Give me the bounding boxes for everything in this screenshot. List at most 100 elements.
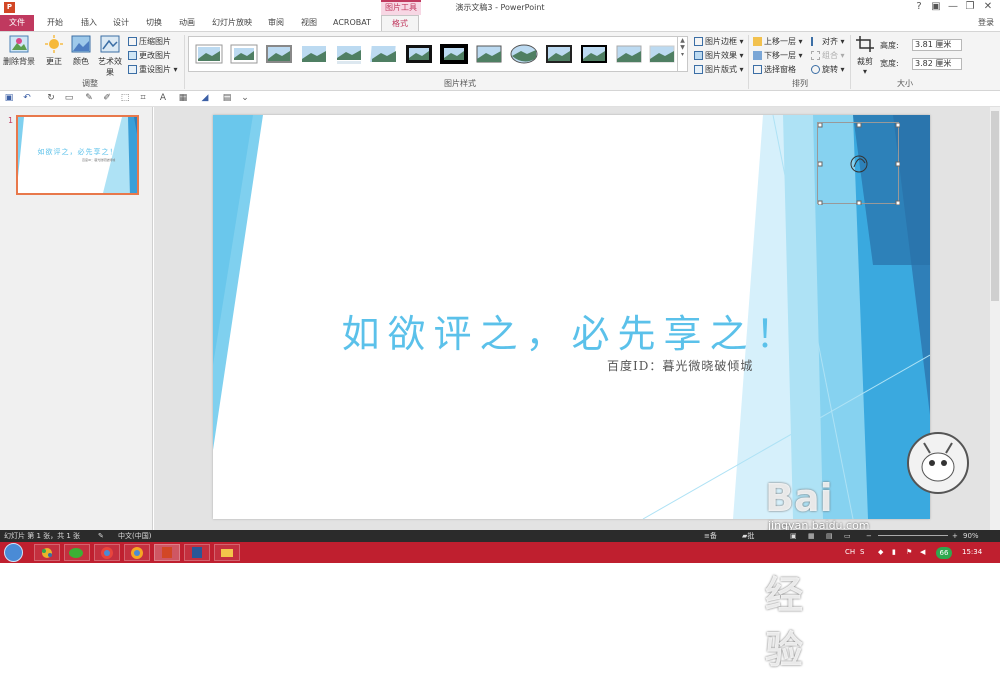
sorter-view-icon[interactable]: ▦ <box>808 530 815 542</box>
status-bar: 幻灯片 第 1 张，共 1 张 ✎ 中文(中国) ≡ 备注 ▰ 批注 ▣ ▦ ▤… <box>0 530 1000 552</box>
gallery-scroll[interactable]: ▲ ▼ ▾ <box>677 37 687 71</box>
selection-pane-button[interactable]: 选择窗格 <box>753 64 796 75</box>
reading-view-icon[interactable]: ▤ <box>826 530 833 542</box>
notes-button[interactable]: ≡ 备注 <box>704 530 717 552</box>
spell-check-icon[interactable]: ✎ <box>98 530 104 542</box>
style-thumb[interactable] <box>334 42 364 66</box>
selected-picture[interactable] <box>817 122 900 205</box>
taskbar-app-word[interactable] <box>184 544 210 561</box>
save-icon[interactable]: ▣ <box>2 93 16 103</box>
clock[interactable]: 15:34 <box>962 542 982 563</box>
pen-icon[interactable]: ✐ <box>100 93 114 103</box>
ime-indicator[interactable]: CH <box>845 542 855 563</box>
language-indicator[interactable]: 中文(中国) <box>118 530 151 542</box>
compress-pictures-button[interactable]: 压缩图片 <box>128 36 171 47</box>
network-icon[interactable]: ▮ <box>892 542 896 563</box>
picture-border-button[interactable]: 图片边框 ▾ <box>694 36 744 47</box>
security-badge[interactable]: 66 <box>936 547 952 559</box>
style-thumb[interactable] <box>579 42 609 66</box>
remove-background-button[interactable]: 删除背景 <box>2 35 36 67</box>
restore-icon[interactable]: ❐ <box>963 1 977 12</box>
tab-view[interactable]: 视图 <box>295 15 323 31</box>
slide-subtitle[interactable]: 百度ID：暮光微晓破倾城 <box>607 357 753 374</box>
slide-title[interactable]: 如欲评之，必先享之！ <box>213 303 930 358</box>
taskbar-app-chrome[interactable] <box>94 544 120 561</box>
table-icon[interactable]: ▦ <box>176 93 190 103</box>
taskbar-app-browser[interactable] <box>124 544 150 561</box>
textbox-icon[interactable]: ▤ <box>220 93 234 103</box>
tab-animations[interactable]: 动画 <box>173 15 201 31</box>
send-backward-button[interactable]: 下移一层 ▾ <box>753 50 803 61</box>
color-button[interactable]: 颜色 <box>69 35 93 67</box>
bring-forward-button[interactable]: 上移一层 ▾ <box>753 36 803 47</box>
undo-icon[interactable]: ↶ <box>20 93 34 103</box>
normal-view-icon[interactable]: ▣ <box>790 530 797 542</box>
tab-acrobat[interactable]: ACROBAT <box>328 15 376 31</box>
change-picture-button[interactable]: 更改图片 <box>128 50 171 61</box>
align-button[interactable]: 对齐 ▾ <box>811 36 845 47</box>
zoom-in-icon[interactable]: + <box>952 530 958 542</box>
shape-icon[interactable]: ◢ <box>198 93 212 103</box>
flag-icon[interactable]: ⚑ <box>906 542 912 563</box>
sogou-icon[interactable]: S <box>860 542 864 563</box>
presentation-icon[interactable]: ▭ <box>62 93 76 103</box>
style-thumb[interactable] <box>509 42 539 66</box>
style-thumb[interactable] <box>229 42 259 66</box>
artistic-effects-button[interactable]: 艺术效果 <box>95 35 125 78</box>
crop-button[interactable]: 裁剪 ▾ <box>853 35 877 76</box>
tab-slideshow[interactable]: 幻灯片放映 <box>206 15 258 31</box>
width-input[interactable]: 3.82 厘米 <box>912 58 962 70</box>
picture-effects-button[interactable]: 图片效果 ▾ <box>694 50 744 61</box>
tab-design[interactable]: 设计 <box>107 15 135 31</box>
taskbar-app-pinwheel[interactable] <box>34 544 60 561</box>
zoom-slider[interactable] <box>878 535 948 536</box>
tab-file[interactable]: 文件 <box>0 15 34 31</box>
font-color-icon[interactable]: A <box>156 93 170 103</box>
group-button[interactable]: 组合 ▾ <box>811 50 845 61</box>
scrollbar-thumb[interactable] <box>991 111 999 301</box>
style-thumb[interactable] <box>474 42 504 66</box>
start-button-icon[interactable] <box>4 543 23 562</box>
taskbar-app-wechat[interactable] <box>64 544 90 561</box>
sign-in-link[interactable]: 登录 <box>978 17 994 28</box>
zoom-out-icon[interactable]: − <box>866 530 872 542</box>
tab-review[interactable]: 审阅 <box>262 15 290 31</box>
reset-picture-button[interactable]: 重设图片 ▾ <box>128 64 178 75</box>
taskbar-app-powerpoint[interactable] <box>154 544 180 561</box>
customize-qat-icon[interactable]: ⌄ <box>238 93 252 103</box>
tray-icon[interactable]: ◆ <box>878 542 883 563</box>
redo-icon[interactable]: ↻ <box>44 93 58 103</box>
slide-canvas[interactable]: 如欲评之，必先享之！ 百度ID：暮光微晓破倾城 <box>213 115 930 519</box>
corrections-button[interactable]: 更正 <box>42 35 66 67</box>
tab-home[interactable]: 开始 <box>40 15 70 31</box>
picture-layout-button[interactable]: 图片版式 ▾ <box>694 64 744 75</box>
rotate-button[interactable]: 旋转 ▾ <box>811 64 845 75</box>
select-icon[interactable]: ⬚ <box>118 93 132 103</box>
style-thumb[interactable] <box>544 42 574 66</box>
comments-button[interactable]: ▰ 批注 <box>742 530 754 552</box>
style-thumb[interactable] <box>647 42 677 66</box>
volume-icon[interactable]: ◀ <box>920 542 925 563</box>
style-thumb[interactable] <box>404 42 434 66</box>
help-icon[interactable]: ? <box>912 1 926 12</box>
slide-thumbnail[interactable]: 如欲评之，必先享之！ 百度ID：暮光微晓破倾城 <box>16 115 139 195</box>
style-thumb[interactable] <box>264 42 294 66</box>
zoom-level[interactable]: 90% <box>963 530 979 542</box>
style-thumb[interactable] <box>194 42 224 66</box>
vertical-scrollbar[interactable] <box>990 107 1000 530</box>
close-icon[interactable]: ✕ <box>981 1 995 12</box>
style-thumb[interactable] <box>369 42 399 66</box>
taskbar-app-explorer[interactable] <box>214 544 240 561</box>
tab-format[interactable]: 格式 <box>381 15 419 32</box>
slideshow-view-icon[interactable]: ▭ <box>844 530 851 542</box>
format-painter-icon[interactable]: ✎ <box>82 93 96 103</box>
height-input[interactable]: 3.81 厘米 <box>912 39 962 51</box>
tab-transitions[interactable]: 切换 <box>140 15 168 31</box>
tab-insert[interactable]: 插入 <box>75 15 103 31</box>
crop-qat-icon[interactable]: ⌗ <box>136 93 150 103</box>
minimize-icon[interactable]: — <box>946 1 960 12</box>
style-thumb[interactable] <box>439 42 469 66</box>
ribbon-display-icon[interactable]: ▣ <box>929 1 943 12</box>
style-thumb[interactable] <box>614 42 644 66</box>
style-thumb[interactable] <box>299 42 329 66</box>
